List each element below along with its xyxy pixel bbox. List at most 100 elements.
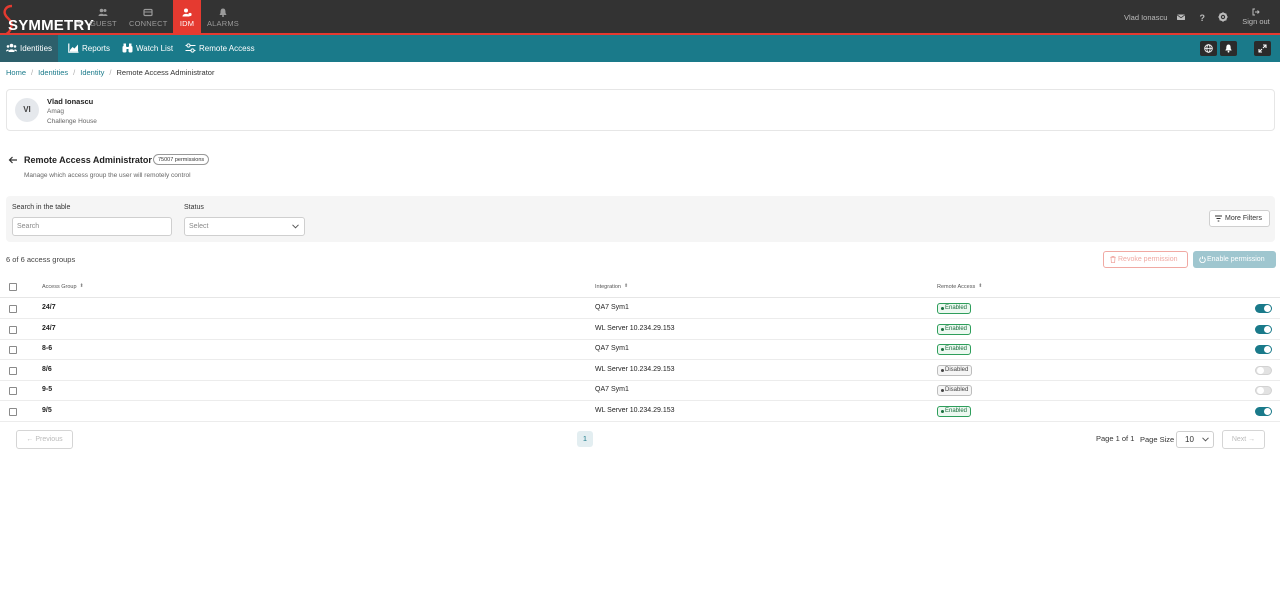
- binoculars-icon: [122, 43, 133, 53]
- symmetry-logo[interactable]: SYMMETRY ™: [2, 4, 94, 36]
- access-group-cell: 9/5: [42, 407, 52, 414]
- integration-cell: QA7 Sym1: [595, 345, 629, 352]
- breadcrumb-identity[interactable]: Identity: [80, 68, 104, 77]
- access-group-cell: 8-6: [42, 345, 53, 352]
- next-page-button[interactable]: Next →: [1222, 430, 1265, 449]
- sort-icon: ⬍: [79, 283, 84, 289]
- filter-icon: [1215, 215, 1222, 222]
- more-filters-label: More Filters: [1225, 215, 1262, 222]
- column-header-access-group[interactable]: Access Group ⬍: [42, 283, 84, 290]
- sign-out-button[interactable]: Sign out: [1241, 8, 1271, 26]
- notifications-button[interactable]: [1220, 41, 1237, 56]
- remote-access-toggle[interactable]: [1255, 407, 1272, 416]
- breadcrumb: Home / Identities / Identity / Remote Access A…: [6, 68, 215, 77]
- nav-alarms[interactable]: ALARMS: [206, 0, 240, 35]
- breadcrumb-identities[interactable]: Identities: [38, 68, 68, 77]
- table-header: Access Group ⬍ Integration ⬍ Remote Access…: [0, 280, 1280, 298]
- status-placeholder: Select: [189, 223, 209, 230]
- page-size-label: Page Size: [1140, 435, 1175, 444]
- breadcrumb-home[interactable]: Home: [6, 68, 26, 77]
- avatar: VI: [15, 98, 39, 122]
- integration-cell: QA7 Sym1: [595, 304, 629, 311]
- fullscreen-button[interactable]: [1254, 41, 1271, 56]
- row-checkbox[interactable]: [9, 346, 17, 354]
- more-filters-button[interactable]: More Filters: [1209, 210, 1270, 227]
- status-badge: Enabled: [937, 344, 972, 355]
- status-badge: Disabled: [937, 385, 973, 396]
- subnav-watch-list-label: Watch List: [136, 44, 174, 53]
- toggle-knob: [1264, 326, 1271, 333]
- gear-icon[interactable]: [1218, 12, 1228, 22]
- subnav-remote-access[interactable]: Remote Access: [179, 35, 255, 62]
- toggle-knob: [1264, 408, 1271, 415]
- subnav-identities[interactable]: Identities: [0, 35, 58, 62]
- bell-icon: [219, 8, 227, 17]
- filter-panel: Search in the table Search Status Select…: [6, 196, 1275, 242]
- subnav-watch-list[interactable]: Watch List: [116, 35, 176, 62]
- enable-permission-button[interactable]: Enable permission: [1193, 251, 1276, 268]
- globe-icon: [1204, 44, 1213, 53]
- subnav-reports-label: Reports: [82, 44, 111, 53]
- top-navbar: SYMMETRY ™ GUEST CONNECT IDM ALARMS Vlad…: [0, 0, 1280, 36]
- revoke-permission-label: Revoke permission: [1118, 256, 1178, 263]
- sign-out-label: Sign out: [1242, 17, 1270, 26]
- chevron-down-icon: [1202, 437, 1209, 442]
- search-input[interactable]: Search: [12, 217, 172, 236]
- table-row: 24/7 QA7 Sym1 Enabled: [0, 299, 1280, 319]
- select-all-checkbox[interactable]: [9, 283, 17, 291]
- revoke-permission-button[interactable]: Revoke permission: [1103, 251, 1188, 268]
- previous-page-button[interactable]: ← Previous: [16, 430, 73, 449]
- status-select[interactable]: Select: [184, 217, 305, 236]
- brand-tm: ™: [76, 21, 81, 27]
- row-checkbox[interactable]: [9, 367, 17, 375]
- mail-icon[interactable]: [1176, 12, 1186, 22]
- help-icon[interactable]: ?: [1197, 12, 1207, 22]
- expand-icon: [1258, 44, 1267, 53]
- status-badge: Enabled: [937, 303, 972, 314]
- remote-access-toggle[interactable]: [1255, 325, 1272, 334]
- row-checkbox[interactable]: [9, 387, 17, 395]
- current-user-name[interactable]: Vlad Ionascu: [1124, 13, 1167, 22]
- bell-icon: [1225, 44, 1232, 53]
- toggle-knob: [1264, 305, 1271, 312]
- row-checkbox[interactable]: [9, 326, 17, 334]
- access-group-cell: 24/7: [42, 304, 56, 311]
- next-label: Next: [1231, 436, 1247, 443]
- sort-icon: ⬍: [624, 283, 629, 289]
- column-header-integration[interactable]: Integration ⬍: [595, 283, 628, 290]
- nav-connect[interactable]: CONNECT: [129, 0, 167, 35]
- integration-cell: WL Server 10.234.29.153: [595, 325, 675, 332]
- row-checkbox[interactable]: [9, 305, 17, 313]
- nav-idm[interactable]: IDM: [173, 0, 201, 35]
- identities-icon: [6, 43, 17, 52]
- trash-icon: [1110, 256, 1116, 263]
- remote-access-toggle[interactable]: [1255, 366, 1272, 375]
- users-icon: [98, 8, 108, 16]
- chevron-down-icon: [292, 224, 299, 229]
- column-header-remote-access[interactable]: Remote Access ⬍: [937, 283, 982, 290]
- page-size-value: 10: [1185, 435, 1194, 444]
- page-info: Page 1 of 1: [1096, 434, 1135, 443]
- identity-card: VI Vlad Ionascu Amag Challenge House: [6, 89, 1275, 131]
- nav-guest[interactable]: GUEST: [90, 0, 117, 35]
- page-number-current[interactable]: 1: [577, 431, 593, 447]
- globe-button[interactable]: [1200, 41, 1217, 56]
- sliders-icon: [185, 43, 196, 53]
- subnav-reports[interactable]: Reports: [62, 35, 112, 62]
- remote-access-toggle[interactable]: [1255, 386, 1272, 395]
- subnav-identities-label: Identities: [20, 44, 53, 53]
- identity-company: Amag: [47, 108, 64, 115]
- connect-icon: [143, 8, 153, 17]
- remote-access-toggle[interactable]: [1255, 304, 1272, 313]
- row-checkbox[interactable]: [9, 408, 17, 416]
- status-badge: Disabled: [937, 365, 973, 376]
- svg-text:?: ?: [1200, 13, 1206, 22]
- page-size-select[interactable]: 10: [1176, 431, 1214, 448]
- nav-idm-label: IDM: [179, 19, 195, 28]
- remote-access-toggle[interactable]: [1255, 345, 1272, 354]
- results-count: 6 of 6 access groups: [6, 255, 76, 264]
- back-arrow-icon[interactable]: [8, 155, 18, 165]
- page-subtitle: Manage which access group the user will …: [24, 172, 191, 179]
- integration-cell: WL Server 10.234.29.153: [595, 366, 675, 373]
- access-group-cell: 8/6: [42, 366, 52, 373]
